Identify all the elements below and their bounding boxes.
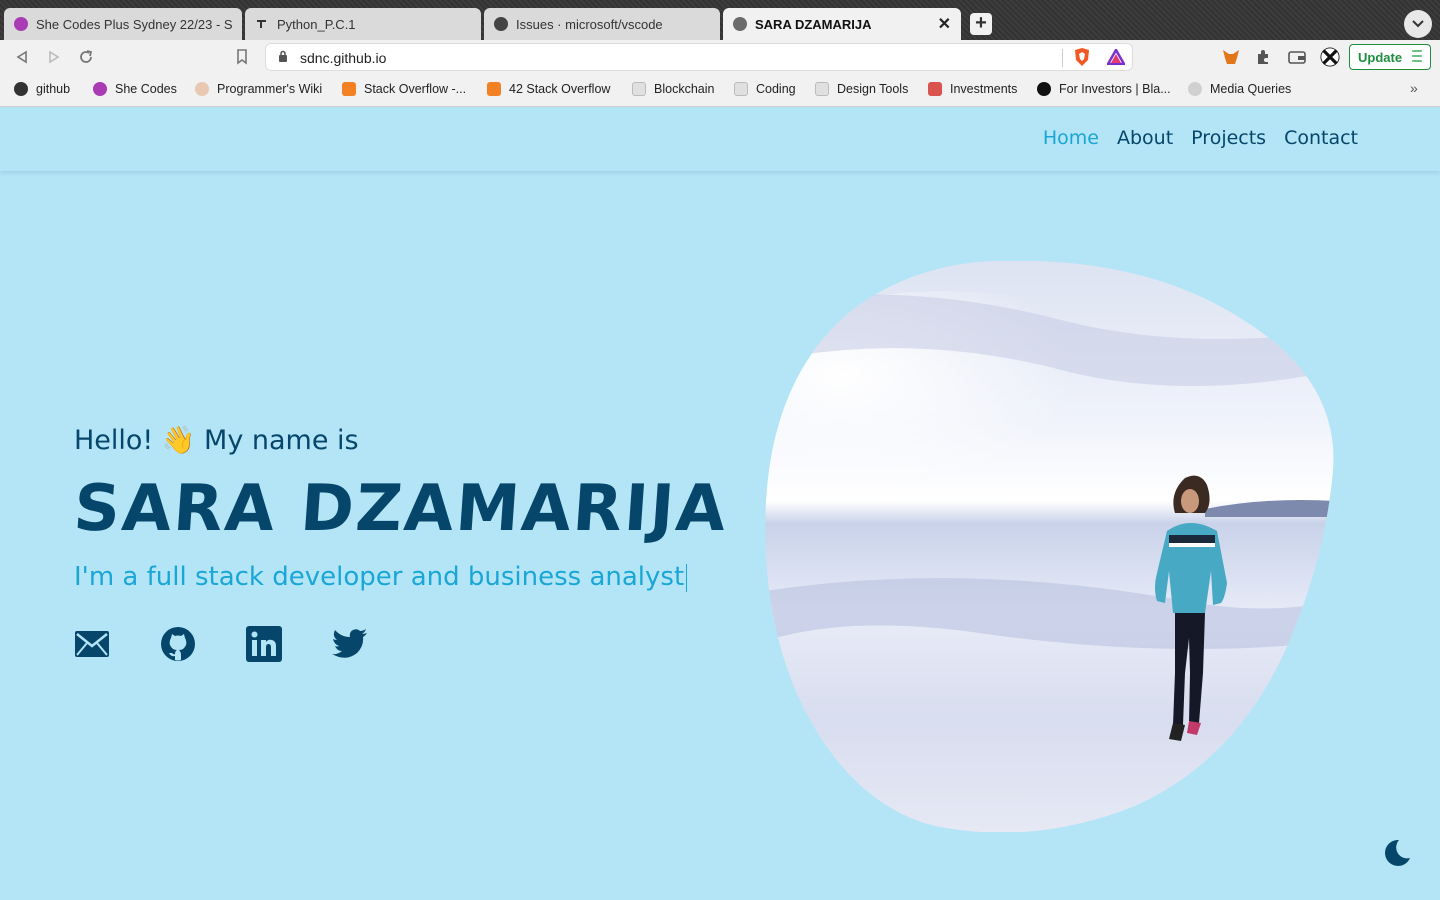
divider (1062, 49, 1063, 67)
bookmark-github[interactable]: github (14, 82, 70, 96)
github-icon (161, 627, 195, 661)
bookmark-blockchain[interactable]: Blockchain (632, 82, 714, 96)
folder-icon (734, 82, 748, 96)
github-favicon-icon (494, 17, 508, 31)
lock-icon (278, 50, 288, 68)
bookmark-design-tools[interactable]: Design Tools (815, 82, 908, 96)
bookmark-label: She Codes (115, 82, 177, 96)
rocket-icon (928, 82, 942, 96)
she-codes-favicon-icon (14, 17, 28, 31)
stack-overflow-icon (342, 82, 356, 96)
forward-button[interactable] (44, 47, 64, 67)
browser-tab[interactable]: Issues · microsoft/vscode (484, 8, 720, 40)
bookmark-label: Design Tools (837, 82, 909, 96)
more-bookmarks-icon[interactable]: » (1410, 80, 1418, 96)
browser-toolbar: sdnc.github.io Update (0, 40, 1440, 74)
brave-shield-icon[interactable] (1072, 47, 1092, 67)
bookmark-investments[interactable]: Investments (928, 82, 1017, 96)
linkedin-link[interactable] (246, 626, 282, 662)
bookmark-label: Media Queries (1210, 82, 1292, 96)
twitter-link[interactable] (332, 626, 368, 662)
globe-favicon-icon (733, 17, 747, 31)
programmer-avatar-icon (195, 82, 209, 96)
tab-title: She Codes Plus Sydney 22/23 - She (36, 16, 232, 32)
bookmark-42-stack-overflow[interactable]: 42 Stack Overflow (487, 82, 610, 96)
back-arrow-icon (16, 50, 27, 64)
github-icon (14, 82, 28, 96)
bookmark-label: Stack Overflow -... (364, 82, 467, 96)
bookmark-button[interactable] (232, 47, 252, 67)
theme-toggle-button[interactable] (1381, 838, 1411, 868)
tab-title: Issues · microsoft/vscode (516, 16, 663, 32)
bookmark-label: 42 Stack Overflow (509, 82, 611, 96)
hero-tagline: I'm a full stack developer and business … (74, 562, 688, 592)
browser-tab-active[interactable]: SARA DZAMARIJA ✕ (723, 8, 961, 40)
bookmark-she-codes[interactable]: She Codes (93, 82, 177, 96)
address-bar[interactable]: sdnc.github.io (265, 43, 1133, 71)
bookmark-label: github (36, 82, 71, 96)
bookmark-for-investors[interactable]: For Investors | Bla... (1037, 82, 1171, 96)
folder-icon (632, 82, 646, 96)
email-icon (75, 631, 109, 657)
bookmark-label: For Investors | Bla... (1059, 82, 1171, 96)
main-nav: Home About Projects Contact (1043, 127, 1358, 149)
bookmarks-bar: github She Codes Programmer's Wiki Stack… (0, 74, 1440, 107)
tab-list-button[interactable] (1404, 10, 1432, 38)
nav-home[interactable]: Home (1043, 127, 1099, 149)
twitter-icon (332, 629, 367, 658)
bookmark-label: Blockchain (654, 82, 715, 96)
she-codes-icon (93, 82, 107, 96)
nav-about[interactable]: About (1117, 127, 1173, 149)
tab-title: Python_P.C.1 (277, 16, 356, 32)
metamask-icon[interactable] (1221, 47, 1241, 67)
browser-tab[interactable]: Python_P.C.1 (245, 8, 481, 40)
globe-icon (1188, 82, 1202, 96)
new-tab-button[interactable]: + (970, 13, 992, 35)
update-button[interactable]: Update (1349, 44, 1431, 70)
nav-projects[interactable]: Projects (1191, 127, 1266, 149)
bookmark-coding[interactable]: Coding (734, 82, 796, 96)
bookmark-label: Coding (756, 82, 796, 96)
tab-title: SARA DZAMARIJA (755, 16, 872, 32)
python-favicon-icon (255, 17, 269, 31)
reload-icon (80, 50, 93, 63)
profile-avatar-icon[interactable] (1320, 47, 1340, 67)
bookmark-label: Investments (950, 82, 1018, 96)
social-links (74, 626, 368, 662)
linkedin-icon (246, 626, 282, 662)
back-button[interactable] (12, 47, 32, 67)
bookmark-stack-overflow[interactable]: Stack Overflow -... (342, 82, 466, 96)
brave-rewards-icon[interactable] (1106, 47, 1126, 67)
chevron-down-icon (1412, 20, 1424, 28)
bookmark-media-queries[interactable]: Media Queries (1188, 82, 1291, 96)
github-link[interactable] (160, 626, 196, 662)
email-link[interactable] (74, 626, 110, 662)
browser-tab[interactable]: She Codes Plus Sydney 22/23 - She (4, 8, 242, 40)
hero-name: SARA DZAMARIJA (71, 472, 731, 546)
profile-photo (765, 261, 1335, 832)
close-tab-icon[interactable]: ✕ (938, 14, 951, 34)
wallet-icon[interactable] (1287, 47, 1307, 67)
extensions-icon[interactable] (1253, 47, 1273, 67)
hero-intro: Hello! 👋 My name is (74, 425, 359, 456)
bookmark-icon (237, 49, 247, 65)
forward-arrow-icon (49, 50, 60, 64)
blackrock-icon (1037, 82, 1051, 96)
reload-button[interactable] (76, 47, 96, 67)
menu-icon (1412, 50, 1422, 65)
browser-tab-strip: She Codes Plus Sydney 22/23 - She Python… (0, 0, 1440, 40)
url-text: sdnc.github.io (300, 50, 387, 66)
update-label: Update (1358, 49, 1403, 65)
moon-icon (1385, 839, 1410, 866)
typing-caret (686, 563, 688, 592)
stack-overflow-icon (487, 82, 501, 96)
bookmark-programmers-wiki[interactable]: Programmer's Wiki (195, 82, 322, 96)
tagline-text: I'm a full stack developer and business … (74, 562, 685, 592)
nav-contact[interactable]: Contact (1284, 127, 1358, 149)
site-header: Home About Projects Contact (0, 107, 1440, 171)
folder-icon (815, 82, 829, 96)
bookmark-label: Programmer's Wiki (217, 82, 323, 96)
